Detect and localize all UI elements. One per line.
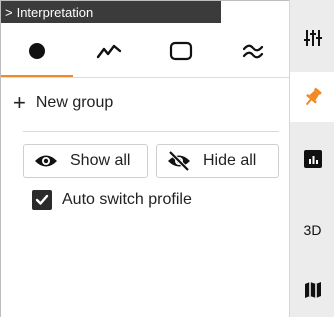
tab-line[interactable]	[73, 23, 145, 78]
tab-wave[interactable]	[217, 23, 289, 78]
rounded-rect-icon	[169, 41, 193, 60]
eye-icon	[34, 151, 58, 171]
plus-icon: +	[13, 90, 26, 115]
rail-3d-label: 3D	[303, 222, 322, 238]
right-rail: 3D	[289, 0, 334, 317]
map-icon	[304, 282, 321, 298]
rail-item-chart[interactable]	[290, 134, 334, 184]
eye-off-icon	[167, 151, 191, 171]
show-all-label: Show all	[70, 152, 131, 169]
auto-switch-checkbox[interactable]	[32, 190, 52, 210]
tool-tabs	[1, 23, 290, 78]
panel-titlebar[interactable]: > Interpretation	[1, 1, 221, 23]
new-group-button[interactable]: + New group	[13, 89, 113, 117]
wave-icon	[242, 44, 264, 58]
line-icon	[96, 44, 122, 58]
interpretation-panel: > Interpretation + New group Show all Hi…	[0, 0, 290, 317]
pin-icon	[305, 87, 322, 106]
rail-item-settings[interactable]	[290, 13, 334, 63]
auto-switch-label: Auto switch profile	[62, 191, 192, 208]
new-group-label: New group	[35, 94, 114, 111]
divider	[23, 131, 279, 132]
tabs-divider	[1, 77, 290, 78]
dot-icon	[29, 42, 45, 59]
auto-switch-row[interactable]: Auto switch profile	[32, 190, 192, 210]
rail-item-3d[interactable]: 3D	[290, 205, 334, 255]
tab-dot[interactable]	[1, 23, 73, 78]
chevron-right-icon: >	[5, 4, 13, 20]
check-icon	[35, 194, 49, 205]
tab-rectangle[interactable]	[145, 23, 217, 78]
hide-all-label: Hide all	[203, 152, 257, 169]
show-all-button[interactable]: Show all	[23, 144, 148, 178]
sliders-icon	[303, 30, 322, 46]
panel-title: Interpretation	[16, 4, 94, 20]
rail-item-pin[interactable]	[290, 72, 334, 122]
rail-item-map[interactable]	[290, 265, 334, 315]
hide-all-button[interactable]: Hide all	[156, 144, 279, 178]
chart-icon	[303, 150, 322, 168]
